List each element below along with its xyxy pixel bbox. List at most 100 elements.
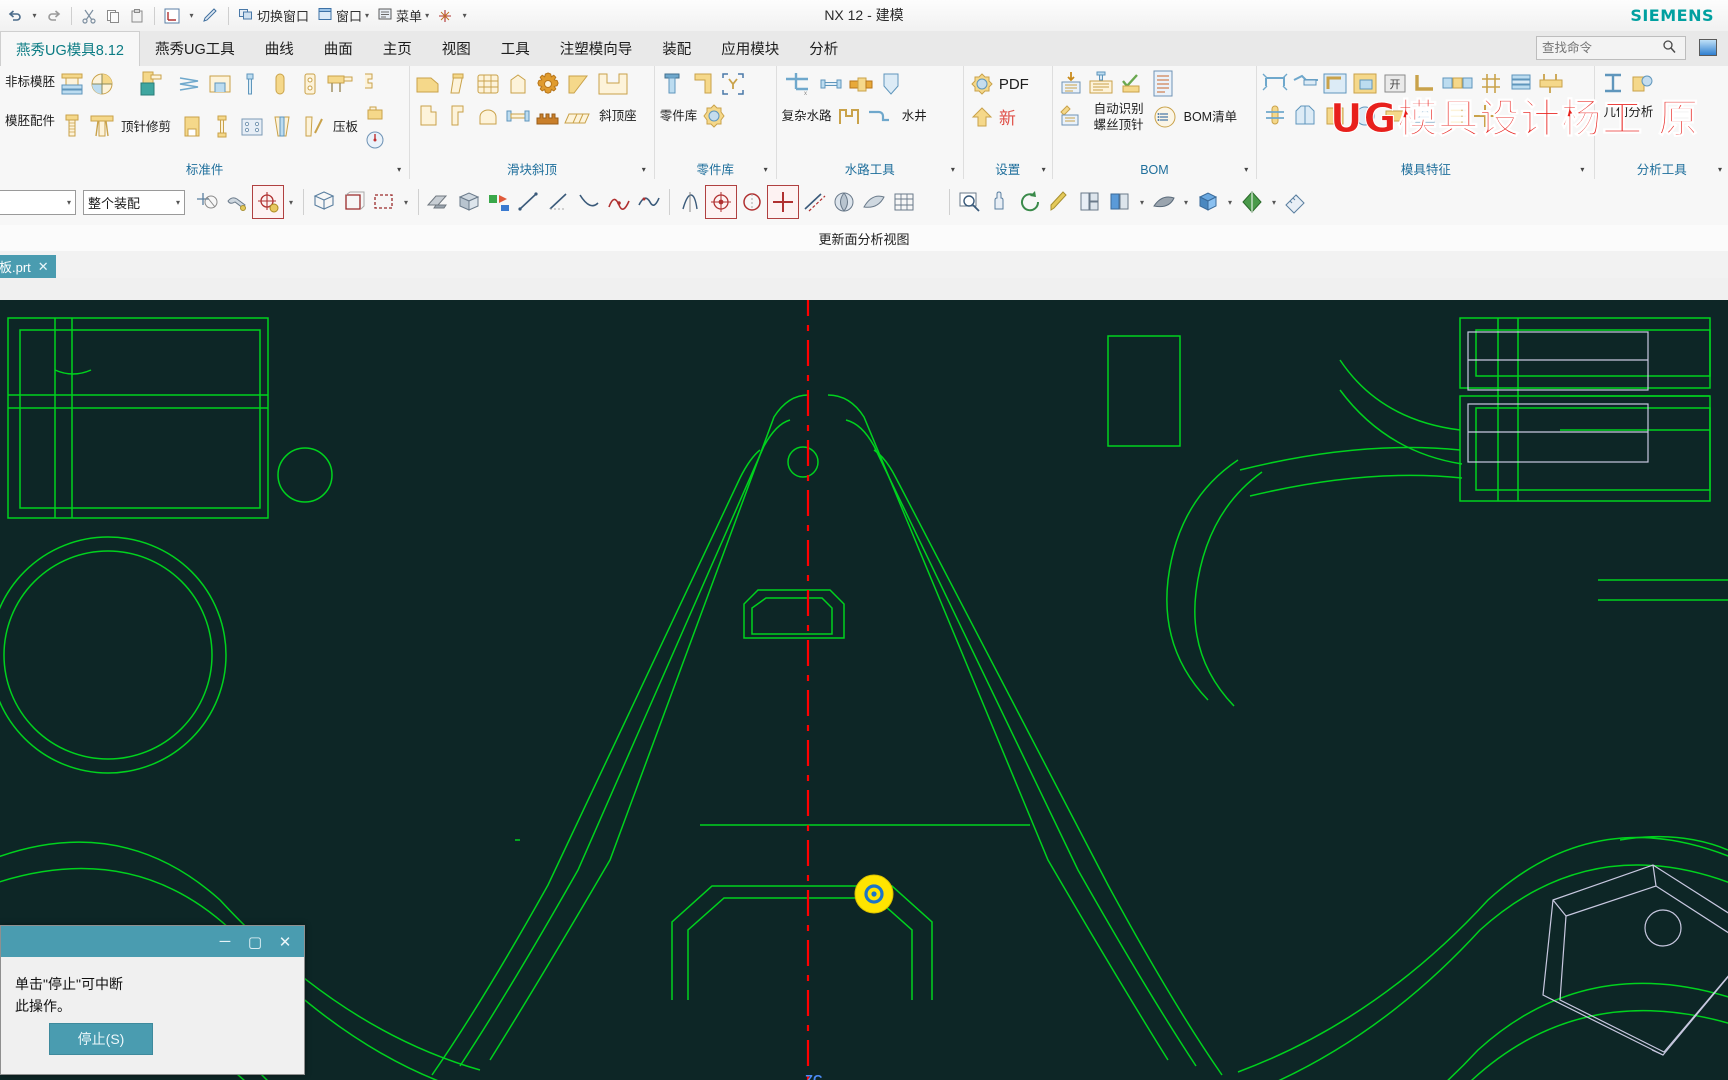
part-bracket-icon[interactable] <box>688 69 718 99</box>
selection-scope-combo[interactable]: ▾ <box>0 189 76 215</box>
guide-pin-icon[interactable] <box>87 112 117 142</box>
wcs-icon[interactable] <box>161 5 183 27</box>
pull-pin-icon[interactable] <box>207 112 237 142</box>
lifter-rod-icon[interactable] <box>443 69 473 99</box>
selection-filter-dropdown-icon[interactable]: ▾ <box>284 186 298 218</box>
tab-mold-wizard[interactable]: 注塑模向导 <box>545 31 648 66</box>
bom-table-icon[interactable] <box>1086 69 1116 99</box>
label-part-library[interactable]: 零件库 <box>658 109 700 124</box>
trim-icon[interactable] <box>1290 69 1320 99</box>
search-input[interactable] <box>1537 37 1662 59</box>
tab-yanxiu-ug-mold[interactable]: 燕秀UG模具8.12 <box>0 31 140 67</box>
group-expand-icon-waterway[interactable]: ▾ <box>951 161 955 179</box>
label-clamp-plate[interactable]: 压板 <box>331 120 360 135</box>
line2-icon[interactable] <box>544 186 574 218</box>
stop-button[interactable]: 停止(S) <box>49 1023 153 1055</box>
ejector-trim-icon[interactable] <box>133 69 163 99</box>
rotate-icon[interactable] <box>1015 186 1045 218</box>
tab-tools[interactable]: 工具 <box>486 31 545 66</box>
geometry-check-icon[interactable] <box>1470 101 1500 131</box>
group-expand-icon-standard-parts[interactable]: ▾ <box>397 161 401 179</box>
close-icon[interactable]: ✕ <box>38 259 49 275</box>
label-bom-list[interactable]: BOM清单 <box>1182 110 1239 125</box>
bom-edit-icon[interactable] <box>1056 102 1086 132</box>
tab-assemblies[interactable]: 装配 <box>647 31 706 66</box>
step-icon[interactable] <box>1410 69 1440 99</box>
slider-guide-icon[interactable] <box>443 101 473 131</box>
tab-view[interactable]: 视图 <box>427 31 486 66</box>
circle-icon[interactable] <box>737 186 767 218</box>
mold-feature-icon-7[interactable] <box>1440 101 1470 131</box>
search-icon[interactable] <box>1662 39 1681 57</box>
assembly-scope-combo[interactable]: 整个装配 ▾ <box>83 189 185 215</box>
label-ejector-trim[interactable]: 顶针修剪 <box>119 120 173 135</box>
shade-icon[interactable] <box>1149 186 1179 218</box>
sphere-icon[interactable] <box>829 186 859 218</box>
group-expand-icon-settings[interactable]: ▾ <box>1042 161 1046 179</box>
maximize-icon[interactable]: ▢ <box>240 929 270 955</box>
tab-yanxiu-ug-tools[interactable]: 燕秀UG工具 <box>140 31 250 66</box>
shell-icon[interactable] <box>859 186 889 218</box>
waterway-joint-icon[interactable] <box>846 69 876 99</box>
arc-icon[interactable] <box>574 186 604 218</box>
group-expand-icon-analysis[interactable]: ▾ <box>1718 161 1722 179</box>
tab-surface[interactable]: 曲面 <box>309 31 368 66</box>
bom-list-doc-icon[interactable] <box>1146 69 1180 99</box>
wrench-icon[interactable] <box>222 186 252 218</box>
chevron-down-icon[interactable]: ▾ <box>67 198 71 207</box>
upgrade-icon[interactable] <box>967 103 997 133</box>
cut-icon[interactable] <box>78 5 100 27</box>
section-icon[interactable] <box>1237 186 1267 218</box>
pdf-export-icon[interactable] <box>967 69 997 99</box>
clamp-tool-icon[interactable] <box>355 71 381 97</box>
paste-icon[interactable] <box>126 5 148 27</box>
snap-point-icon[interactable] <box>192 186 222 218</box>
split-block-icon[interactable] <box>1440 69 1476 99</box>
command-search-box[interactable] <box>1536 36 1686 60</box>
close-icon[interactable]: ✕ <box>270 929 300 955</box>
mesh-icon[interactable] <box>1476 69 1506 99</box>
studio-spline-icon[interactable] <box>634 186 664 218</box>
label-pdf[interactable]: PDF <box>997 77 1031 92</box>
rectangle-select-icon[interactable] <box>369 186 399 218</box>
bolt-icon[interactable] <box>57 112 87 142</box>
move-object-icon[interactable] <box>484 186 514 218</box>
reference-frame-icon[interactable] <box>718 69 748 99</box>
intersect-icon[interactable] <box>675 186 705 218</box>
erase-icon[interactable] <box>424 186 454 218</box>
line-icon[interactable] <box>514 186 544 218</box>
insert-icon[interactable] <box>205 69 235 99</box>
lock-block-icon[interactable] <box>362 101 388 127</box>
edit-object-display-icon[interactable] <box>200 5 222 27</box>
spring-icon[interactable] <box>175 69 205 99</box>
waterway-channel-icon[interactable] <box>834 101 864 131</box>
part-pin-icon[interactable] <box>658 69 688 99</box>
document-tab-gaiban[interactable]: 盖板.prt ✕ <box>0 255 56 278</box>
tab-analysis[interactable]: 分析 <box>794 31 853 66</box>
tab-application[interactable]: 应用模块 <box>706 31 794 66</box>
render-dropdown-icon[interactable]: ▾ <box>1223 186 1237 218</box>
support-icon[interactable] <box>1536 69 1566 99</box>
window-dropdown-icon[interactable]: ▾ <box>365 11 369 20</box>
grid-icon[interactable] <box>889 186 919 218</box>
minimize-ribbon-button[interactable] <box>1694 34 1722 60</box>
redo-icon[interactable] <box>43 5 65 27</box>
offset-icon[interactable] <box>799 186 829 218</box>
solid-body-icon[interactable] <box>454 186 484 218</box>
undo-dropdown-icon[interactable]: ▾ <box>28 5 41 27</box>
shade-dropdown-icon[interactable]: ▾ <box>1179 186 1193 218</box>
group-expand-icon-part-library[interactable]: ▾ <box>764 161 768 179</box>
label-new[interactable]: 新 <box>997 110 1018 127</box>
progress-dialog[interactable]: ─ ▢ ✕ 单击"停止"可中断 此操作。 停止(S) <box>0 925 305 1075</box>
wcs-dropdown-icon[interactable]: ▾ <box>185 5 198 27</box>
slider-head-icon[interactable] <box>413 101 443 131</box>
view-style-icon[interactable] <box>1105 186 1135 218</box>
select-edge-icon[interactable] <box>339 186 369 218</box>
zoom-fit-icon[interactable] <box>955 186 985 218</box>
menu-button[interactable]: 菜单 ▾ <box>374 6 432 25</box>
label-non-standard-moldbase[interactable]: 非标模胚 <box>3 75 57 90</box>
wedge-icon[interactable] <box>267 112 297 142</box>
label-moldbase-accessory[interactable]: 模胚配件 <box>3 114 57 129</box>
mold-feature-icon-5[interactable] <box>1380 101 1410 131</box>
shrink-fit-icon[interactable] <box>1260 69 1290 99</box>
